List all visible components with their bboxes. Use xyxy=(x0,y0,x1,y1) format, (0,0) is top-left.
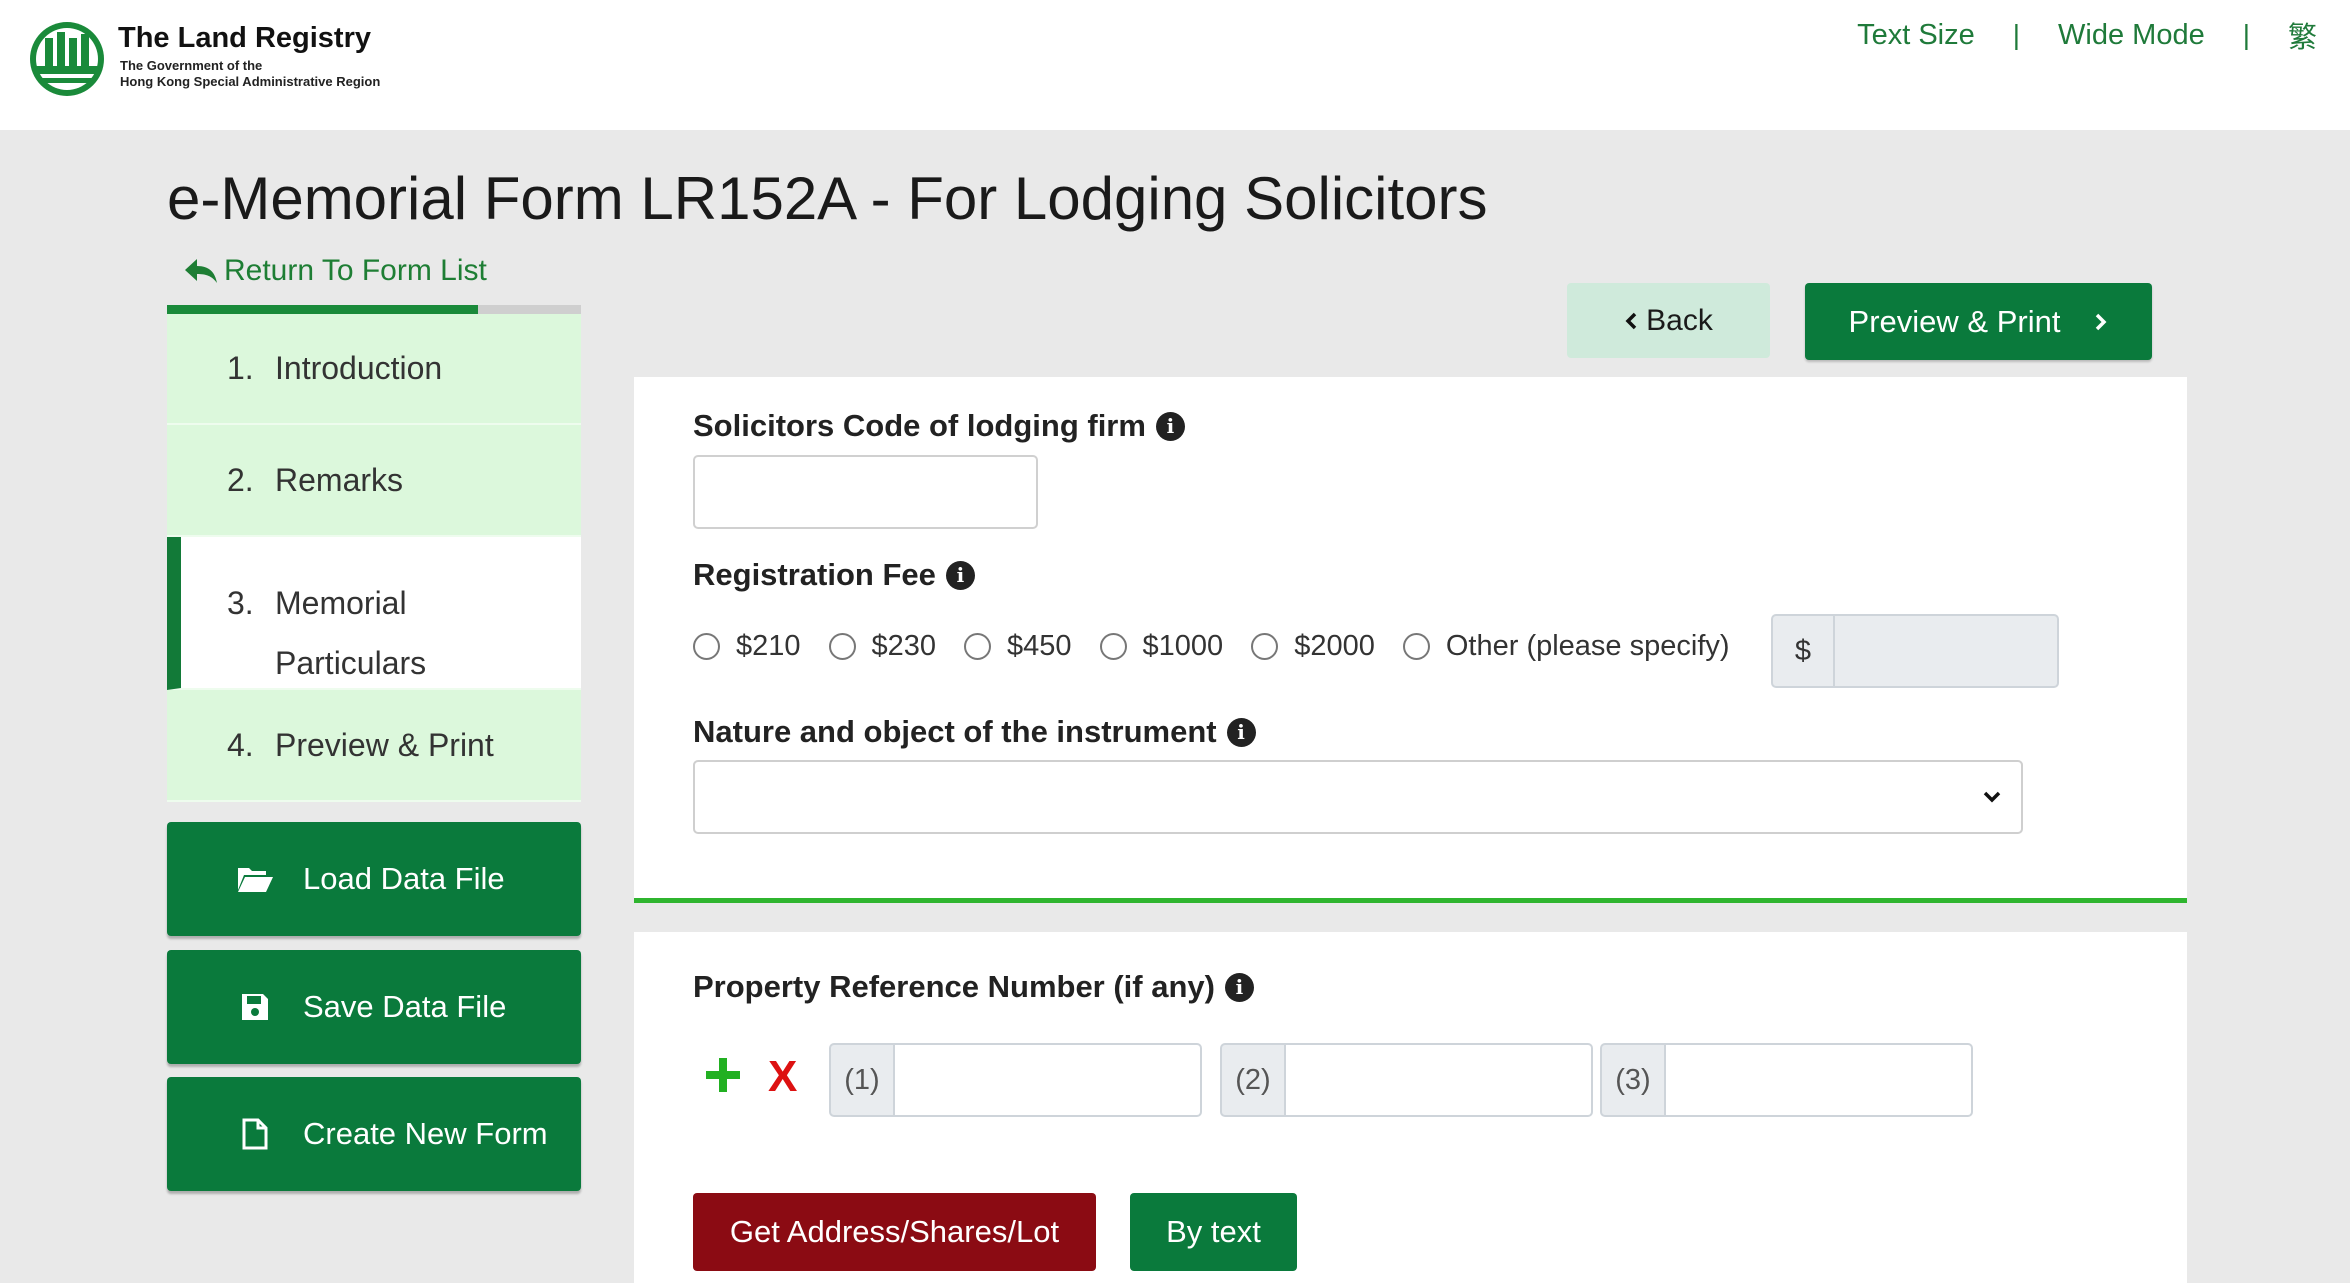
link-separator: | xyxy=(2242,19,2250,50)
fee-option-210[interactable]: $210 xyxy=(693,630,801,663)
fee-option-230[interactable]: $230 xyxy=(828,630,937,663)
radio-circle[interactable] xyxy=(1402,633,1430,660)
step-introduction[interactable]: 1. Introduction xyxy=(167,314,581,425)
load-data-file-label: Load Data File xyxy=(303,861,505,896)
ref-prefix: (2) xyxy=(1220,1043,1286,1117)
fee-option-other[interactable]: Other (please specify) xyxy=(1402,630,1730,663)
fee-option-label: $1000 xyxy=(1142,630,1224,662)
text-size-link[interactable]: Text Size xyxy=(1857,19,1975,52)
step-number: 1. xyxy=(227,350,254,386)
property-ref-input-3[interactable] xyxy=(1666,1043,1973,1117)
step-label: Remarks xyxy=(275,461,404,498)
registration-fee-label: Registration Fee i xyxy=(693,557,975,593)
radio-circle[interactable] xyxy=(693,633,720,660)
create-new-form-label: Create New Form xyxy=(303,1116,548,1151)
wide-mode-link[interactable]: Wide Mode xyxy=(2058,19,2205,52)
fee-option-2000[interactable]: $2000 xyxy=(1251,630,1375,663)
currency-addon: $ xyxy=(1771,614,1835,688)
brand-title: The Land Registry xyxy=(118,22,371,54)
step-number: 3. xyxy=(227,585,254,621)
brand-subtitle-line2: Hong Kong Special Administrative Region xyxy=(120,74,381,89)
nature-object-label: Nature and object of the instrument i xyxy=(693,714,1256,750)
fee-option-label: $210 xyxy=(736,630,801,662)
fee-option-label: $2000 xyxy=(1294,630,1375,662)
new-file-icon xyxy=(235,1114,275,1154)
property-ref-input-2[interactable] xyxy=(1286,1043,1593,1117)
radio-circle[interactable] xyxy=(964,633,992,660)
step-label: Preview & Print xyxy=(275,726,494,763)
property-reference-label-text: Property Reference Number (if any) xyxy=(693,969,1215,1004)
preview-print-label: Preview & Print xyxy=(1848,303,2061,339)
back-label: Back xyxy=(1646,303,1713,337)
language-toggle-link[interactable]: 繁 xyxy=(2288,14,2317,56)
chevron-right-icon xyxy=(2096,313,2107,330)
property-reference-label: Property Reference Number (if any) i xyxy=(693,969,1254,1005)
page-title: e-Memorial Form LR152A - For Lodging Sol… xyxy=(167,165,1488,232)
property-ref-group-3: (3) xyxy=(1600,1043,1973,1117)
solicitors-code-input[interactable] xyxy=(693,455,1038,529)
other-fee-input[interactable] xyxy=(1835,614,2059,688)
info-icon[interactable]: i xyxy=(1224,972,1254,1002)
utility-links: Text Size | Wide Mode | 繁 xyxy=(1857,14,2317,56)
return-to-form-list-link[interactable]: Return To Form List xyxy=(184,254,487,288)
step-navigation: 1. Introduction 2. Remarks 3. Memorial P… xyxy=(167,314,581,802)
property-ref-input-1[interactable] xyxy=(895,1043,1202,1117)
step-label: Introduction xyxy=(275,350,443,386)
link-separator: | xyxy=(2012,19,2021,50)
registration-fee-label-text: Registration Fee xyxy=(693,557,936,592)
fee-option-1000[interactable]: $1000 xyxy=(1099,630,1224,663)
back-button[interactable]: Back xyxy=(1567,283,1770,358)
progress-bar xyxy=(167,305,581,314)
radio-circle[interactable] xyxy=(1099,633,1127,660)
chevron-down-icon xyxy=(1983,791,2001,803)
property-ref-group-1: (1) xyxy=(829,1043,1202,1117)
solicitors-code-label-text: Solicitors Code of lodging firm xyxy=(693,408,1146,443)
step-label: Memorial Particulars xyxy=(275,573,426,693)
save-data-file-label: Save Data File xyxy=(303,989,507,1024)
create-new-form-button[interactable]: Create New Form xyxy=(167,1077,581,1191)
step-label-line2: Particulars xyxy=(275,645,427,681)
step-number: 2. xyxy=(227,461,254,498)
registration-fee-options: $210 $230 $450 $1000 $2000 Other (please… xyxy=(693,630,1758,663)
step-number: 4. xyxy=(227,726,254,763)
step-memorial-particulars[interactable]: 3. Memorial Particulars xyxy=(167,537,581,690)
top-header: The Land Registry The Government of the … xyxy=(0,0,2350,130)
solicitors-code-label: Solicitors Code of lodging firm i xyxy=(693,408,1185,444)
ref-prefix: (1) xyxy=(829,1043,895,1117)
fee-option-label: Other (please specify) xyxy=(1445,630,1730,662)
nature-object-select[interactable] xyxy=(693,760,2023,834)
info-icon[interactable]: i xyxy=(1155,411,1185,441)
remove-row-icon[interactable]: X xyxy=(768,1052,797,1102)
reply-arrow-icon xyxy=(185,259,217,283)
section-divider xyxy=(634,898,2187,903)
return-link-label: Return To Form List xyxy=(224,254,487,287)
radio-circle[interactable] xyxy=(1251,633,1279,660)
preview-print-button[interactable]: Preview & Print xyxy=(1805,283,2152,360)
ref-prefix: (3) xyxy=(1600,1043,1666,1117)
brand-subtitle: The Government of the Hong Kong Special … xyxy=(120,58,380,90)
radio-circle[interactable] xyxy=(828,633,856,660)
save-data-file-button[interactable]: Save Data File xyxy=(167,950,581,1064)
get-address-shares-lot-button[interactable]: Get Address/Shares/Lot xyxy=(693,1193,1096,1271)
step-preview-print[interactable]: 4. Preview & Print xyxy=(167,690,581,802)
step-remarks[interactable]: 2. Remarks xyxy=(167,425,581,537)
brand-subtitle-line1: The Government of the xyxy=(120,58,263,73)
step-label-line1: Memorial xyxy=(275,585,407,621)
nature-object-label-text: Nature and object of the instrument xyxy=(693,714,1217,749)
floppy-disk-icon xyxy=(235,987,275,1027)
chevron-left-icon xyxy=(1625,312,1637,329)
fee-option-label: $230 xyxy=(871,630,937,662)
fee-option-label: $450 xyxy=(1007,630,1072,662)
add-row-plus-icon[interactable] xyxy=(704,1056,742,1094)
folder-open-icon xyxy=(235,859,275,899)
by-text-button[interactable]: By text xyxy=(1130,1193,1297,1271)
info-icon[interactable]: i xyxy=(945,560,975,590)
load-data-file-button[interactable]: Load Data File xyxy=(167,822,581,936)
property-ref-group-2: (2) xyxy=(1220,1043,1593,1117)
other-fee-input-group: $ xyxy=(1771,614,2059,688)
land-registry-logo xyxy=(30,22,104,96)
info-icon[interactable]: i xyxy=(1226,717,1256,747)
progress-bar-fill xyxy=(167,305,478,314)
fee-option-450[interactable]: $450 xyxy=(964,630,1072,663)
